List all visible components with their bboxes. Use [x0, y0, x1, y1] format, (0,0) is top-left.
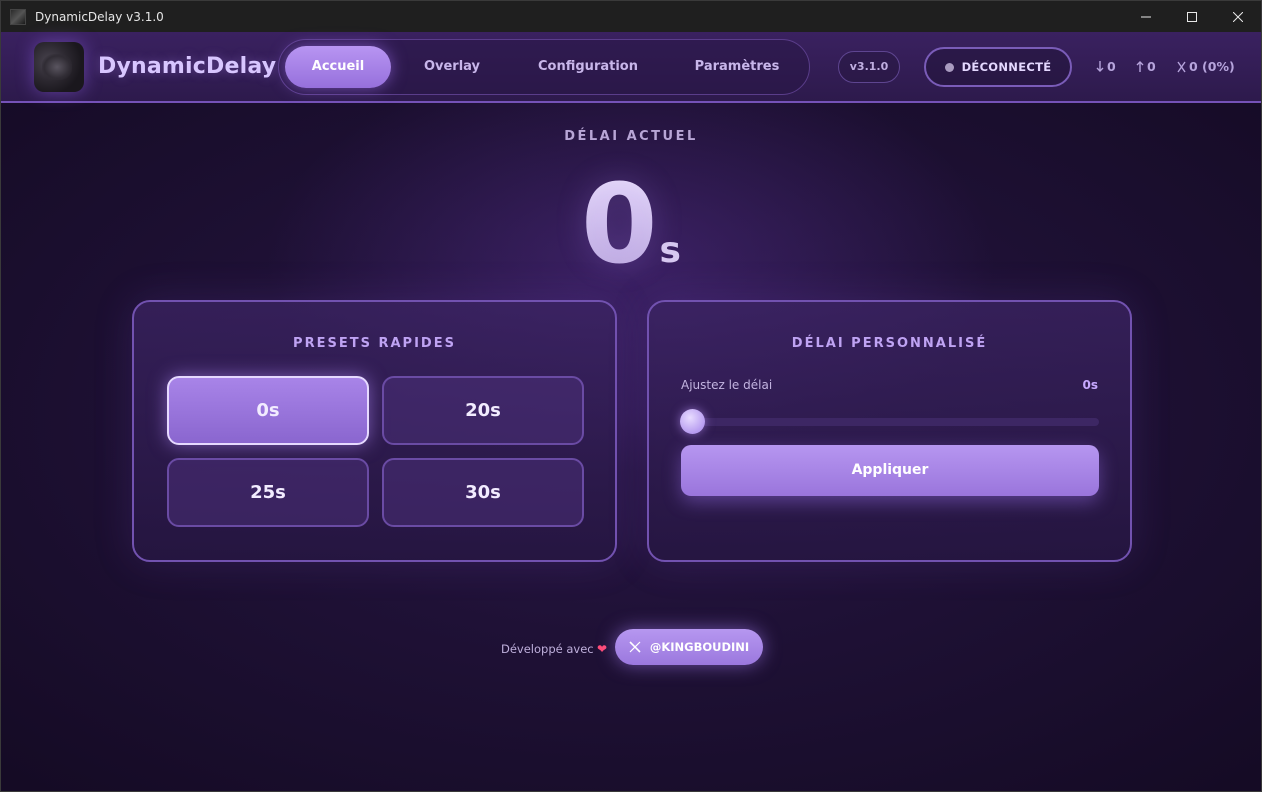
connection-status-button[interactable]: DÉCONNECTÉ: [924, 47, 1072, 87]
twitter-handle-label: @KINGBOUDINI: [649, 640, 750, 654]
maximize-button[interactable]: [1169, 1, 1215, 32]
current-delay-display: 0s: [1, 164, 1261, 284]
presets-card: PRESETS RAPIDES 0s 20s 25s 30s: [132, 300, 617, 562]
minimize-icon: [1141, 16, 1151, 17]
upload-stat: 0: [1136, 59, 1156, 74]
nav-tab-configuration[interactable]: Configuration: [519, 46, 657, 88]
twitter-handle-button[interactable]: @KINGBOUDINI: [615, 629, 763, 665]
version-badge: v3.1.0: [838, 51, 900, 83]
app-icon: [10, 8, 26, 25]
connection-status-label: DÉCONNECTÉ: [961, 60, 1052, 74]
heart-icon: ❤: [597, 642, 608, 656]
download-value: 0: [1107, 59, 1116, 74]
x-logo-icon: [629, 641, 641, 653]
main-nav: Accueil Overlay Configuration Paramètres: [278, 39, 810, 95]
dropped-stat: 0 (0%): [1177, 59, 1235, 74]
delay-slider-track[interactable]: [683, 418, 1099, 426]
arrow-up-icon: [1136, 61, 1144, 72]
current-delay-label: DÉLAI ACTUEL: [564, 129, 698, 144]
minimize-button[interactable]: [1123, 1, 1169, 32]
close-button[interactable]: [1215, 1, 1261, 32]
arrow-down-icon: [1096, 61, 1104, 72]
upload-value: 0: [1147, 59, 1156, 74]
window-title: DynamicDelay v3.1.0: [35, 9, 164, 24]
current-delay-value: 0: [581, 160, 658, 288]
preset-20s-button[interactable]: 20s: [382, 376, 584, 445]
brand-name: DynamicDelay: [98, 54, 277, 79]
preset-30s-button[interactable]: 30s: [382, 458, 584, 527]
current-delay-unit: s: [659, 230, 681, 271]
window-controls: [1123, 1, 1261, 32]
footer-text: Développé avec: [501, 642, 594, 656]
slider-value: 0s: [1082, 378, 1099, 392]
slider-label: Ajustez le délai: [681, 378, 773, 392]
nav-tab-accueil[interactable]: Accueil: [285, 46, 391, 88]
custom-delay-title: DÉLAI PERSONNALISÉ: [791, 336, 988, 351]
preset-0s-button[interactable]: 0s: [167, 376, 369, 445]
custom-delay-card: DÉLAI PERSONNALISÉ Ajustez le délai 0s A…: [647, 300, 1132, 562]
dropped-value: 0 (0%): [1189, 59, 1235, 74]
apply-button[interactable]: Appliquer: [681, 445, 1099, 496]
nav-tab-parametres[interactable]: Paramètres: [675, 46, 799, 88]
logo-image: [34, 42, 84, 92]
app-header: DynamicDelay Accueil Overlay Configurati…: [1, 32, 1261, 103]
download-stat: 0: [1096, 59, 1116, 74]
delay-slider-thumb[interactable]: [680, 409, 705, 434]
title-bar: DynamicDelay v3.1.0: [1, 1, 1261, 32]
close-icon: [1233, 11, 1243, 22]
preset-25s-button[interactable]: 25s: [167, 458, 369, 527]
maximize-icon: [1187, 11, 1197, 22]
presets-title: PRESETS RAPIDES: [293, 336, 456, 351]
app-content: DynamicDelay Accueil Overlay Configurati…: [1, 32, 1261, 791]
nav-tab-overlay[interactable]: Overlay: [399, 46, 505, 88]
app-window: DynamicDelay v3.1.0 DynamicDelay Accueil…: [0, 0, 1262, 792]
status-dot-icon: [944, 62, 954, 72]
dropped-frames-icon: [1177, 61, 1186, 72]
